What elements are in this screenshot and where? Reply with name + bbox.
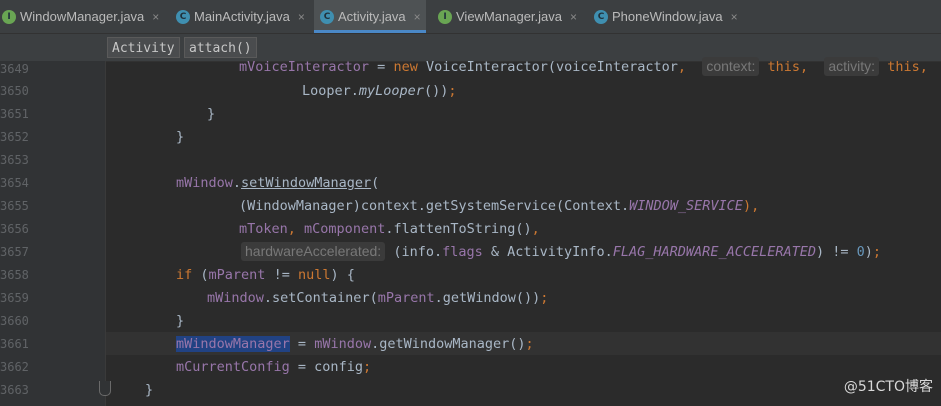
line-number: 3663 (0, 383, 29, 397)
interface-icon: I (2, 9, 16, 24)
code-line[interactable]: } (106, 103, 215, 125)
code-line[interactable]: (WindowManager)context.getSystemService(… (106, 195, 759, 217)
line-number: 3653 (0, 153, 29, 167)
tab-phonewindow[interactable]: C PhoneWindow.java × (594, 0, 744, 33)
line-number: 3655 (0, 199, 29, 213)
tab-label: MainActivity.java (194, 9, 290, 24)
code-line[interactable]: } (106, 379, 153, 401)
breadcrumb-class[interactable]: Activity (107, 37, 180, 58)
code-line[interactable]: mToken, mComponent.flattenToString(), (106, 218, 540, 240)
close-icon[interactable]: × (414, 10, 421, 24)
watermark: @51CTO博客 (843, 379, 933, 395)
code-line[interactable]: mWindow.setWindowManager( (106, 172, 379, 194)
tab-activity[interactable]: C Activity.java × (314, 0, 426, 33)
tab-viewmanager[interactable]: I ViewManager.java × (438, 0, 588, 33)
line-number: 3656 (0, 222, 29, 236)
tab-label: PhoneWindow.java (612, 9, 723, 24)
code-line[interactable]: hardwareAccelerated: (info.flags & Activ… (106, 241, 881, 263)
parameter-hint: activity: (824, 57, 880, 76)
line-number: 3650 (0, 84, 29, 98)
line-number: 3649 (0, 62, 29, 76)
tab-label: WindowManager.java (20, 9, 145, 24)
interface-icon: I (438, 9, 452, 24)
parameter-hint: hardwareAccelerated: (241, 242, 386, 261)
code-line[interactable]: if (mParent != null) { (106, 264, 355, 286)
breadcrumb-method[interactable]: attach() (184, 37, 257, 58)
code-line[interactable]: Looper.myLooper()); (106, 80, 456, 102)
line-number: 3660 (0, 314, 29, 328)
line-number: 3661 (0, 337, 29, 351)
tab-windowmanager[interactable]: I WindowManager.java × (2, 0, 168, 33)
line-number: 3654 (0, 176, 29, 190)
line-number: 3652 (0, 130, 29, 144)
class-icon: C (176, 9, 190, 24)
parameter-hint: context: (702, 57, 760, 76)
close-icon[interactable]: × (152, 10, 159, 24)
code-line[interactable]: } (106, 126, 184, 148)
close-icon[interactable]: × (570, 10, 577, 24)
line-number: 3659 (0, 291, 29, 305)
code-line[interactable]: } (106, 310, 184, 332)
close-icon[interactable]: × (731, 10, 738, 24)
code-line[interactable]: mCurrentConfig = config; (106, 356, 371, 378)
class-icon: C (594, 9, 608, 24)
line-number-gutter: 3649 3650 3651 3652 3653 3654 3655 3656 … (0, 61, 105, 406)
line-number: 3657 (0, 245, 29, 259)
code-line[interactable]: mWindow.setContainer(mParent.getWindow()… (106, 287, 548, 309)
line-number: 3658 (0, 268, 29, 282)
selected-identifier[interactable]: mWindowManager (176, 336, 290, 352)
tab-label: Activity.java (338, 9, 406, 24)
close-icon[interactable]: × (298, 10, 305, 24)
code-line[interactable]: mWindowManager = mWindow.getWindowManage… (106, 333, 534, 355)
class-icon: C (320, 9, 334, 24)
method-link[interactable]: setWindowManager (241, 175, 371, 191)
tab-mainactivity[interactable]: C MainActivity.java × (176, 0, 310, 33)
tab-label: ViewManager.java (456, 9, 562, 24)
line-number: 3662 (0, 360, 29, 374)
code-line[interactable]: mVoiceInteractor = new VoiceInteractor(v… (106, 56, 928, 78)
line-number: 3651 (0, 107, 29, 121)
editor-tab-bar: I WindowManager.java × C MainActivity.ja… (0, 0, 941, 34)
